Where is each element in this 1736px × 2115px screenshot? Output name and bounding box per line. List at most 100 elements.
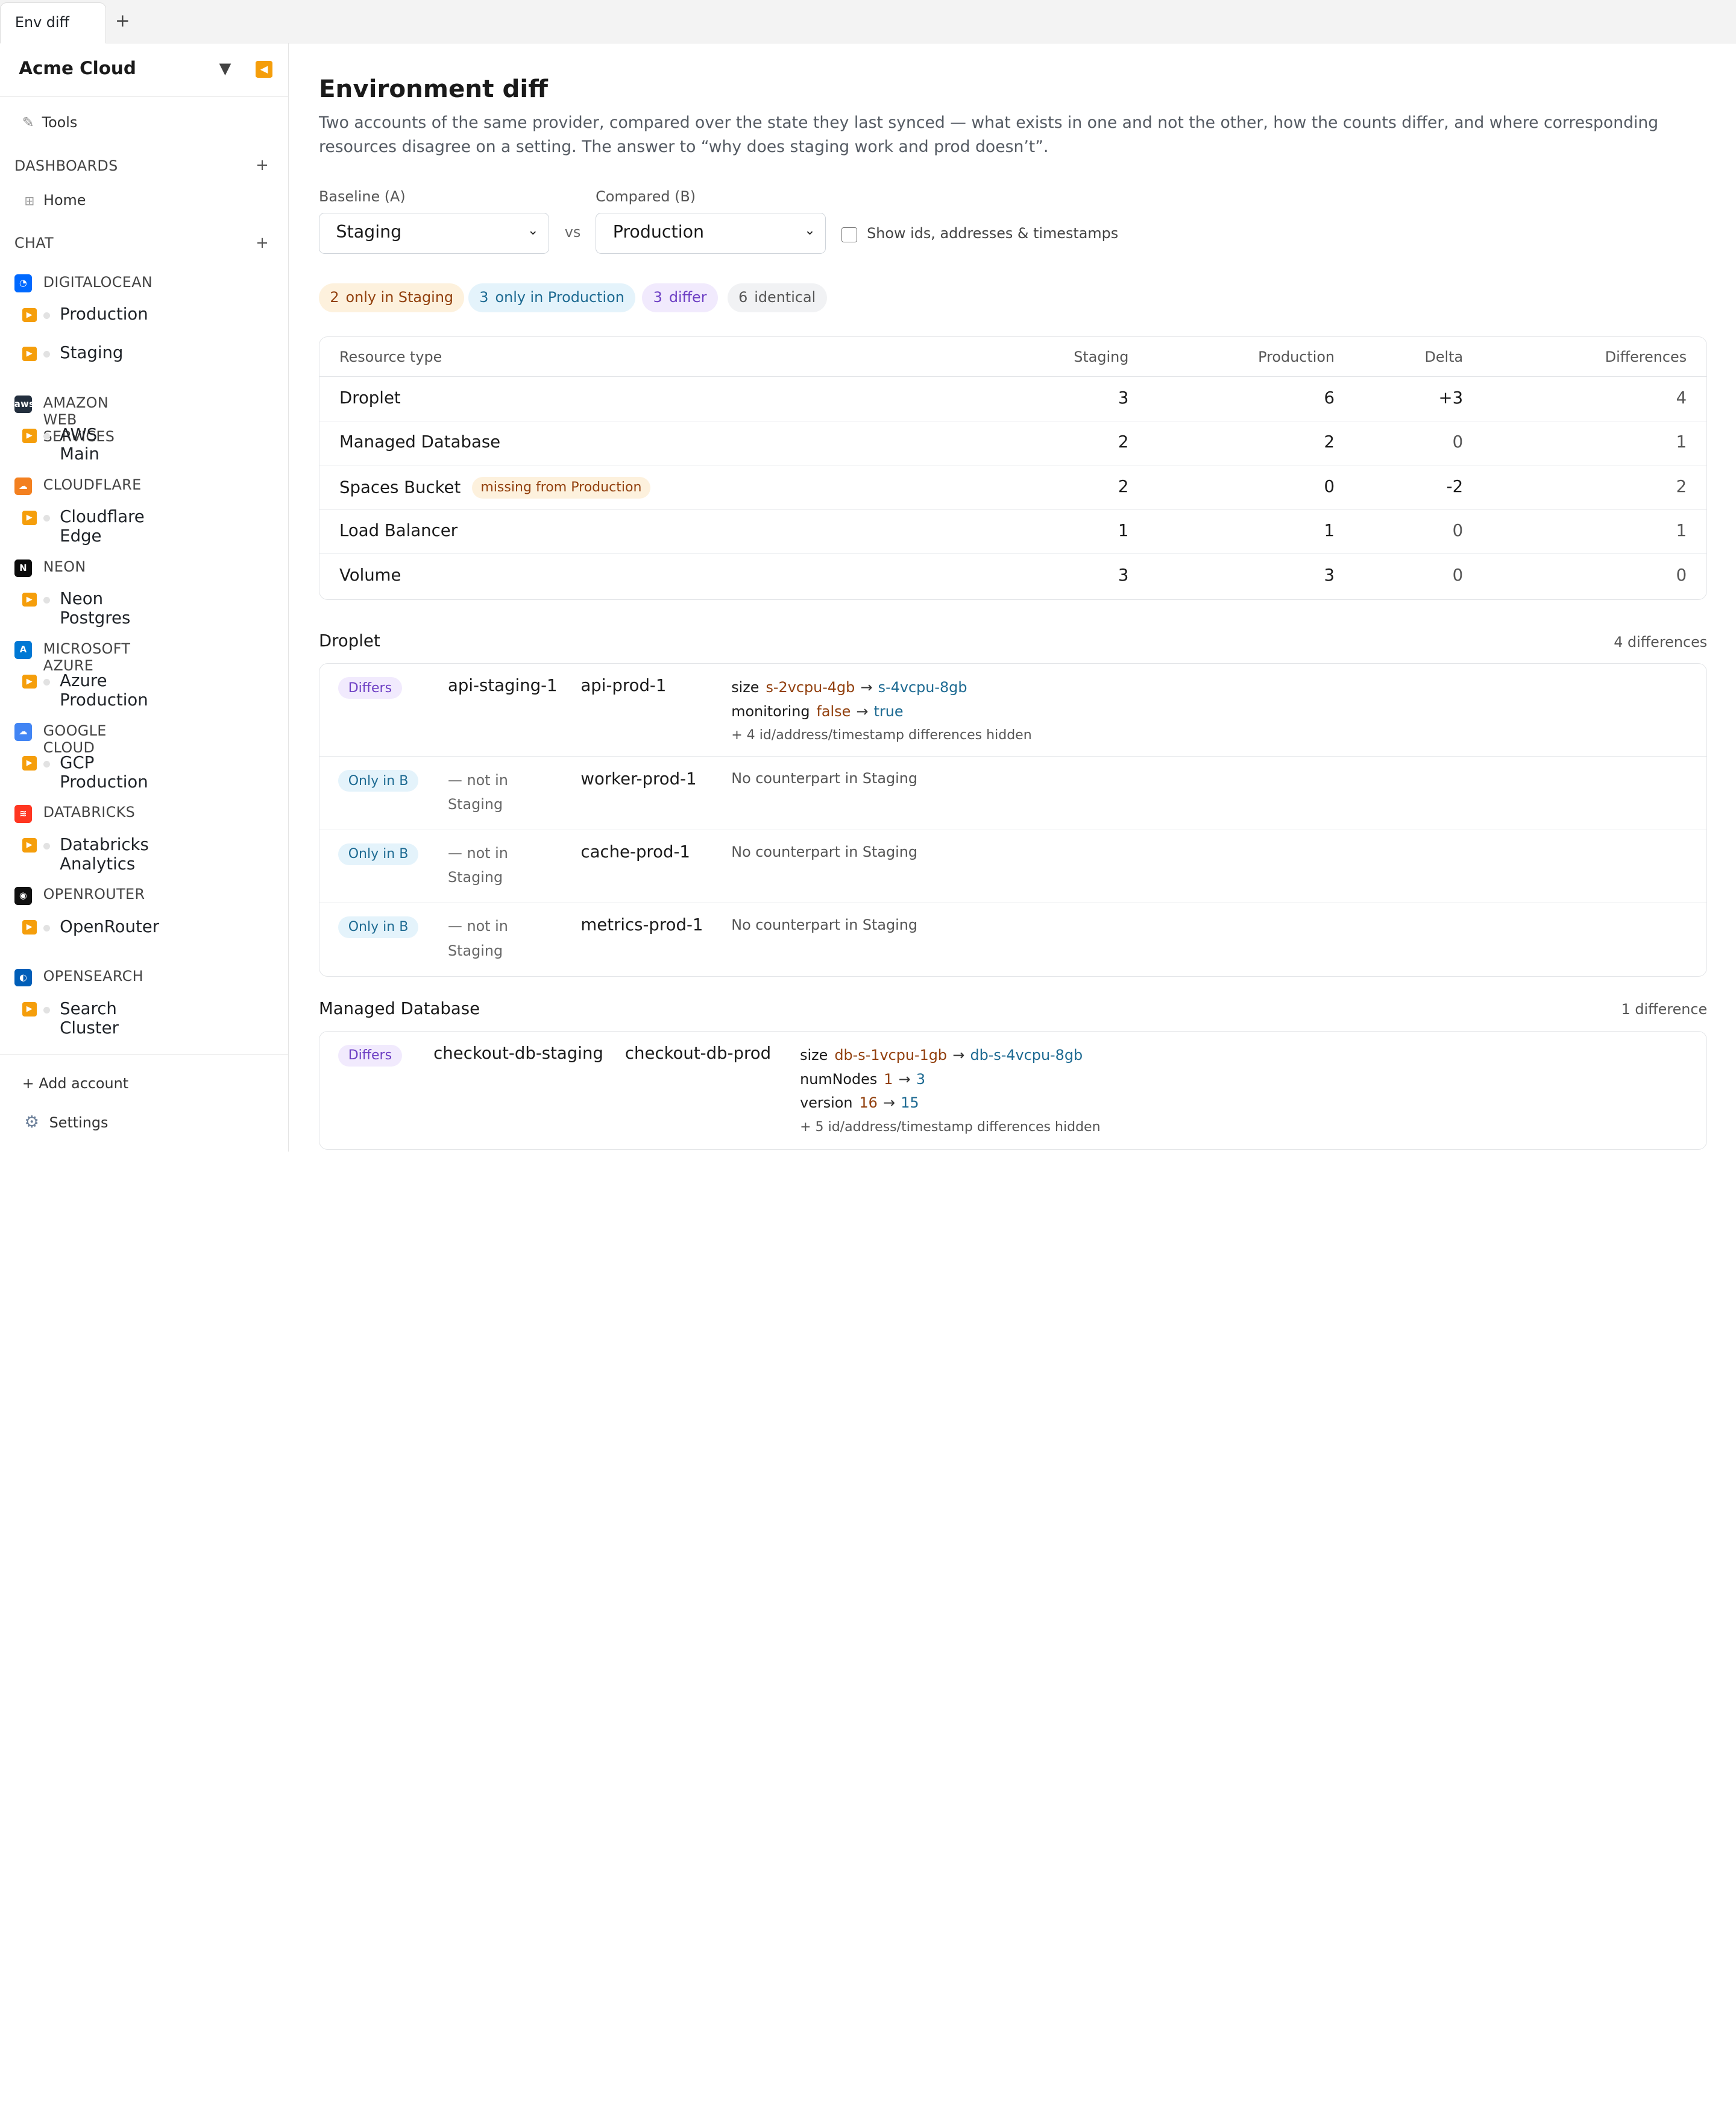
- table-row[interactable]: Droplet 3 6 +3 4: [319, 377, 1707, 421]
- account-play-icon: ▶: [22, 838, 37, 853]
- add-chat-button[interactable]: +: [256, 234, 269, 252]
- tab-env-diff[interactable]: Env diff: [0, 2, 107, 43]
- show-ids-label[interactable]: Show ids, addresses & timestamps: [867, 225, 1118, 242]
- status-badge: Only in B: [338, 770, 418, 792]
- delta-cell: 0: [1452, 565, 1464, 585]
- compared-label: Compared (B): [596, 188, 696, 206]
- status-dot-icon: [43, 433, 50, 440]
- account-play-icon: ▶: [22, 1002, 37, 1017]
- value-b: true: [873, 702, 904, 720]
- resource-a-name: — not in Staging: [448, 771, 508, 813]
- account-name: Neon Postgres: [60, 589, 131, 628]
- opensearch-logo: ◐: [14, 969, 33, 987]
- account-play-icon: ▶: [22, 428, 37, 443]
- resource-type-cell: Managed Database: [339, 432, 500, 452]
- resource-type-cell: Volume: [339, 566, 401, 585]
- table-row[interactable]: Load Balancer 1 1 0 1: [319, 510, 1707, 555]
- provider-name: OPENSEARCH: [43, 968, 143, 985]
- staging-count-cell: 2: [1118, 432, 1129, 452]
- pill-label: differ: [668, 289, 707, 306]
- aws-logo: aws: [14, 395, 34, 414]
- show-ids-checkbox[interactable]: [841, 227, 857, 243]
- summary-pill[interactable]: 2 only in Staging: [318, 283, 465, 312]
- provider-name: CLOUDFLARE: [43, 476, 142, 493]
- arrow-right-icon: →: [898, 1070, 911, 1088]
- staging-count-cell: 1: [1118, 521, 1129, 541]
- status-badge: Only in B: [338, 843, 418, 865]
- summary-pill[interactable]: 3 only in Production: [468, 283, 636, 312]
- gear-icon: ⚙: [24, 1112, 40, 1132]
- diff-row[interactable]: Only in B — not in Staging cache-prod-1 No …: [319, 830, 1707, 903]
- diff-row[interactable]: Only in B — not in Staging worker-prod-1 No…: [319, 757, 1707, 830]
- diff-row[interactable]: Differs checkout-db-staging checkout-db-pr…: [319, 1032, 1706, 1149]
- delta-cell: -2: [1446, 476, 1464, 496]
- delta-cell: +3: [1438, 388, 1464, 408]
- account-play-icon: ▶: [22, 756, 37, 771]
- differences-cell: 0: [1676, 565, 1687, 585]
- compared-select[interactable]: Production ⌄: [596, 212, 826, 254]
- differences-cell: 4: [1676, 388, 1687, 408]
- resource-type-name: Load Balancer: [339, 521, 458, 541]
- org-dropdown-icon[interactable]: ▼: [219, 60, 231, 78]
- sidebar-item-home[interactable]: ⊞ Home: [24, 192, 86, 209]
- baseline-value: Staging: [336, 222, 402, 242]
- openrouter-logo: ◉: [14, 887, 33, 905]
- provider-name: NEON: [43, 558, 86, 575]
- collapse-sidebar-icon[interactable]: ◀: [256, 61, 272, 78]
- status-dot-icon: [43, 312, 50, 319]
- account-name: Production: [60, 304, 148, 324]
- resource-b-name: cache-prod-1: [580, 842, 690, 862]
- resource-b-name: checkout-db-prod: [624, 1044, 772, 1064]
- staging-count-cell: 3: [1118, 565, 1129, 585]
- compared-value: Production: [612, 222, 705, 242]
- dashboards-header: DASHBOARDS: [14, 157, 118, 174]
- add-account-label: Add account: [39, 1074, 129, 1092]
- delta-cell: 0: [1452, 521, 1464, 541]
- diff-row[interactable]: Only in B — not in Staging metrics-prod-1 N…: [319, 903, 1706, 976]
- provider-name: MICROSOFT AZURE: [43, 640, 131, 674]
- resource-type-cell: Droplet: [339, 388, 401, 408]
- new-tab-button[interactable]: +: [115, 10, 130, 31]
- status-badge: Differs: [338, 677, 402, 699]
- summary-pill[interactable]: 3 differ: [642, 283, 718, 312]
- attribute-diff: size db-s-1vcpu-1gb → db-s-4vcpu-8gb: [800, 1044, 1100, 1067]
- sidebar-item-tools[interactable]: ✎ Tools: [22, 114, 78, 131]
- hidden-differences-note: + 5 id/address/timestamp differences hid…: [800, 1119, 1101, 1135]
- value-b: 15: [901, 1094, 919, 1112]
- status-dot-icon: [43, 842, 50, 849]
- diff-card: Differs api-staging-1 api-prod-1 size s-2vcp…: [318, 663, 1708, 977]
- baseline-label: Baseline (A): [318, 188, 406, 206]
- org-name[interactable]: Acme Cloud: [19, 58, 136, 78]
- col-staging: Staging: [1074, 348, 1129, 365]
- value-b: db-s-4vcpu-8gb: [970, 1047, 1083, 1064]
- baseline-select[interactable]: Staging ⌄: [318, 212, 549, 254]
- summary-pill[interactable]: 6 identical: [727, 283, 827, 312]
- no-counterpart-note: No counterpart in Staging: [731, 770, 918, 787]
- tools-icon: ✎: [22, 114, 34, 131]
- add-dashboard-button[interactable]: +: [256, 156, 269, 174]
- group-title: Droplet: [318, 631, 380, 651]
- table-row[interactable]: Spaces Bucket missing from Production 2 0 -2…: [319, 465, 1707, 510]
- account-name: Search Cluster: [60, 998, 119, 1038]
- value-a: 1: [884, 1070, 893, 1088]
- resource-type-name: Managed Database: [339, 432, 501, 452]
- provider-name: GOOGLE CLOUD: [43, 722, 107, 756]
- table-row[interactable]: Managed Database 2 2 0 1: [319, 421, 1707, 466]
- col-resource-type: Resource type: [339, 348, 442, 365]
- diff-row[interactable]: Differs api-staging-1 api-prod-1 size s-2vcp…: [319, 664, 1707, 757]
- pill-label: only in Staging: [345, 289, 454, 306]
- status-dot-icon: [43, 351, 50, 358]
- differences-cell: 2: [1676, 476, 1687, 496]
- group-diff-count: 1 difference: [1621, 1001, 1708, 1018]
- add-account-button[interactable]: + Add account: [22, 1075, 128, 1092]
- table-header: Resource type Staging Production Delta D…: [319, 337, 1707, 377]
- account-name: GCP Production: [60, 752, 148, 792]
- pill-count: 2: [330, 289, 339, 306]
- account-name: AWS Main: [60, 425, 99, 464]
- settings-button[interactable]: ⚙ Settings: [24, 1112, 108, 1132]
- production-count-cell: 0: [1324, 476, 1335, 496]
- table-row[interactable]: Volume 3 3 0 0: [319, 554, 1706, 598]
- arrow-right-icon: →: [952, 1047, 965, 1064]
- hidden-differences-note: + 4 id/address/timestamp differences hid…: [731, 728, 1032, 743]
- missing-badge: missing from Production: [471, 476, 651, 499]
